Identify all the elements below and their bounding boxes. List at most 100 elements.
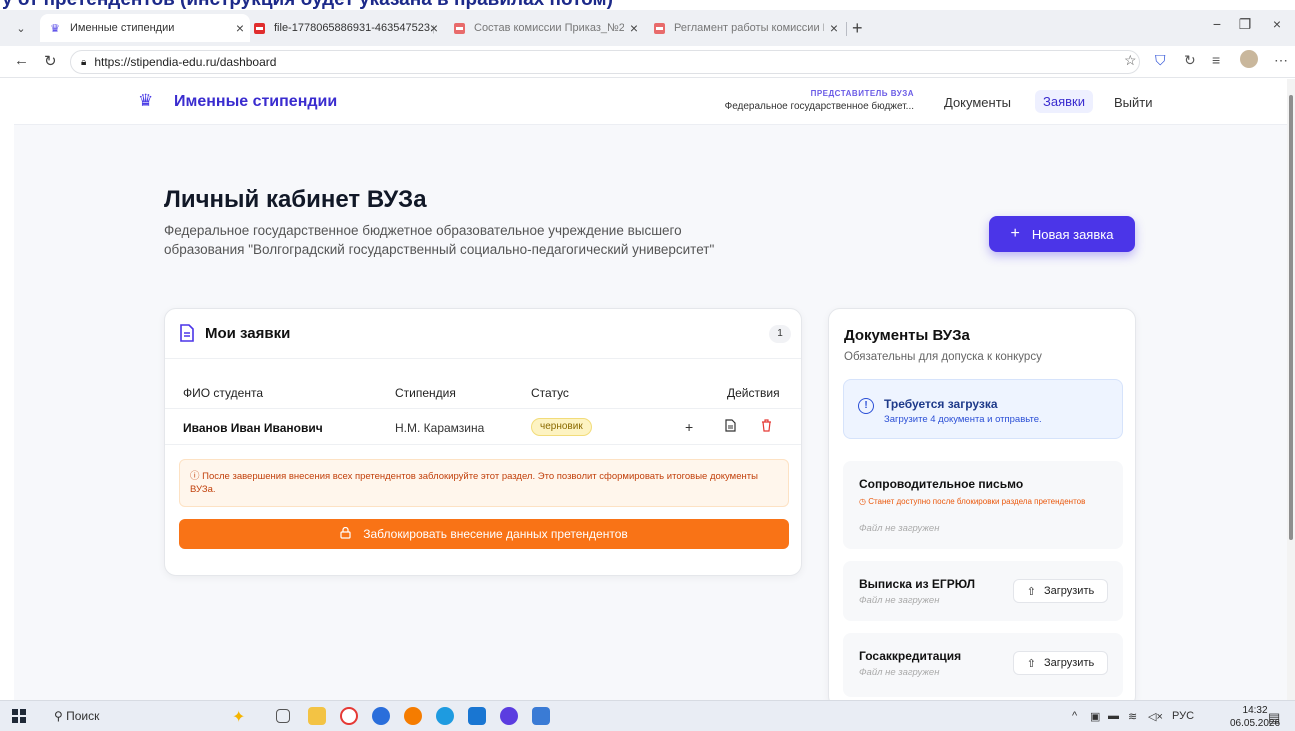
row-divider xyxy=(165,408,801,409)
reload-icon[interactable]: ↻ xyxy=(44,52,57,70)
tab-commission-rules[interactable]: Регламент работы комиссии Ми × xyxy=(644,14,844,42)
favorites-list-icon[interactable]: ≡ xyxy=(1212,52,1220,68)
task-view-icon[interactable] xyxy=(276,709,290,723)
applications-header: Мои заявки 1 xyxy=(165,309,801,359)
battery-icon[interactable]: ▬ xyxy=(1108,710,1119,722)
app-icon[interactable] xyxy=(404,707,422,725)
app-blue-icon[interactable] xyxy=(468,707,486,725)
column-header-name: ФИО студента xyxy=(183,386,263,400)
file-explorer-icon[interactable] xyxy=(308,707,326,725)
close-window-icon[interactable]: × xyxy=(1262,16,1292,32)
nav-documents[interactable]: Документы xyxy=(944,95,1011,110)
lock-icon xyxy=(340,526,351,542)
doc-egrul-extract: Выписка из ЕГРЮЛ Файл не загружен ⇧ Загр… xyxy=(843,561,1123,621)
trash-icon[interactable] xyxy=(761,419,772,435)
nav-logout[interactable]: Выйти xyxy=(1114,95,1153,110)
upload-icon: ⇧ xyxy=(1026,657,1036,670)
tab-pdf-file[interactable]: file-1778065886931-463547523.p × xyxy=(244,14,444,42)
upload-required-alert: ! Требуется загрузка Загрузите 4 докумен… xyxy=(843,379,1123,439)
tray-chevron-icon[interactable]: ^ xyxy=(1072,710,1077,722)
windows-taskbar: ⚲ Поиск ✦ ^ ▣ ▬ ≋ ◁× РУС 14:32 06.05.202… xyxy=(0,700,1295,731)
plus-icon: + xyxy=(1010,225,1020,242)
alert-exclamation-icon: ! xyxy=(858,398,874,414)
network-icon[interactable]: ≋ xyxy=(1128,710,1137,723)
tab-list-chevron-icon[interactable]: ⌄ xyxy=(10,18,32,38)
more-menu-icon[interactable]: ⋯ xyxy=(1274,52,1288,69)
notifications-icon[interactable]: ▤ xyxy=(1268,710,1280,726)
tab-active[interactable]: ♛ Именные стипендии × xyxy=(40,14,250,42)
upload-accreditation-button[interactable]: ⇧ Загрузить xyxy=(1013,651,1108,675)
column-header-status: Статус xyxy=(531,386,569,400)
info-circle-icon: ⓘ xyxy=(190,471,203,482)
close-tab-icon[interactable]: × xyxy=(236,20,244,36)
url-input[interactable]: 🔒︎ https://stipendia-edu.ru/dashboard xyxy=(70,50,1140,74)
column-header-scholarship: Стипендия xyxy=(395,386,456,400)
search-icon: ⚲ xyxy=(54,709,67,723)
extension-shield-icon[interactable]: ⛉ xyxy=(1155,52,1166,69)
emblem-favicon-icon: ♛ xyxy=(50,22,60,35)
page-title: Личный кабинет ВУЗа xyxy=(164,186,427,213)
documents-card: Документы ВУЗа Обязательны для допуска к… xyxy=(828,308,1136,700)
doc-accreditation: Госаккредитация Файл не загружен ⇧ Загру… xyxy=(843,633,1123,697)
pdf-favicon-icon xyxy=(252,21,266,35)
copilot-sparkle-icon[interactable]: ✦ xyxy=(232,707,250,726)
pdf-favicon-icon xyxy=(652,21,666,35)
app-purple-icon[interactable] xyxy=(500,707,518,725)
documents-subtitle: Обязательны для допуска к конкурсу xyxy=(844,351,1042,363)
close-tab-icon[interactable]: × xyxy=(630,20,638,36)
new-application-button[interactable]: + Новая заявка xyxy=(989,216,1135,252)
lock-icon: 🔒︎ xyxy=(81,56,87,68)
logo-text[interactable]: Именные стипендии xyxy=(174,93,337,111)
close-tab-icon[interactable]: × xyxy=(430,20,438,36)
pdf-favicon-icon xyxy=(452,21,466,35)
file-document-icon[interactable] xyxy=(725,419,736,435)
nav-applications[interactable]: Заявки xyxy=(1035,90,1093,113)
profile-avatar[interactable] xyxy=(1240,50,1258,68)
clock-icon: ◷ xyxy=(859,497,869,506)
upload-egrul-button[interactable]: ⇧ Загрузить xyxy=(1013,579,1108,603)
add-icon[interactable]: + xyxy=(685,419,693,435)
close-tab-icon[interactable]: × xyxy=(830,20,838,36)
web-page: ♛ Именные стипендии ПРЕДСТАВИТЕЛЬ ВУЗА Ф… xyxy=(14,79,1287,700)
row-divider xyxy=(165,444,801,445)
browser-address-bar: ← ↻ 🔒︎ https://stipendia-edu.ru/dashboar… xyxy=(0,46,1295,78)
page-subtitle: Федеральное государственное бюджетное об… xyxy=(164,223,715,257)
doc-cover-letter: Сопроводительное письмо ◷ Станет доступн… xyxy=(843,461,1123,549)
app-window-icon[interactable] xyxy=(532,707,550,725)
upload-icon: ⇧ xyxy=(1026,585,1036,598)
tray-app-icon[interactable]: ▣ xyxy=(1090,710,1100,723)
edge-icon[interactable] xyxy=(436,707,454,725)
taskbar-search[interactable]: ⚲ Поиск xyxy=(54,709,99,723)
scholarship-cell: Н.М. Карамзина xyxy=(395,421,485,435)
telegram-icon[interactable] xyxy=(372,707,390,725)
cropped-top-text: у от претендентов (инструкция будет указ… xyxy=(0,0,1295,10)
browser-tab-bar: ⌄ ♛ Именные стипендии × file-17780658869… xyxy=(0,10,1295,46)
emblem-logo-icon[interactable]: ♛ xyxy=(138,91,153,111)
site-header: ♛ Именные стипендии ПРЕДСТАВИТЕЛЬ ВУЗА Ф… xyxy=(14,79,1287,125)
tab-commission-order[interactable]: Состав комиссии Приказ_№296_ × xyxy=(444,14,644,42)
volume-icon[interactable]: ◁× xyxy=(1148,710,1163,723)
minimize-icon[interactable]: − xyxy=(1202,16,1232,32)
tab-separator xyxy=(846,22,847,36)
favorite-star-icon[interactable]: ☆ xyxy=(1124,52,1137,69)
user-org-label: Федеральное государственное бюджет... xyxy=(724,101,914,112)
lock-warning: ⓘ После завершения внесения всех претенд… xyxy=(179,459,789,507)
windows-start-icon[interactable] xyxy=(12,709,26,723)
status-badge: черновик xyxy=(531,418,592,436)
yandex-browser-icon[interactable] xyxy=(340,707,358,725)
applications-card: Мои заявки 1 ФИО студента Стипендия Стат… xyxy=(164,308,802,576)
user-role-label: ПРЕДСТАВИТЕЛЬ ВУЗА xyxy=(810,89,914,98)
language-indicator[interactable]: РУС xyxy=(1172,710,1194,722)
back-arrow-icon[interactable]: ← xyxy=(14,52,29,69)
column-header-actions: Действия xyxy=(727,386,780,400)
applications-title: Мои заявки xyxy=(205,325,291,342)
documents-title: Документы ВУЗа xyxy=(844,327,970,344)
refresh-extension-icon[interactable]: ↻ xyxy=(1184,52,1196,69)
maximize-icon[interactable]: ❐ xyxy=(1230,16,1260,33)
student-name-cell: Иванов Иван Иванович xyxy=(183,421,323,435)
document-icon xyxy=(179,324,195,347)
applications-count-badge: 1 xyxy=(769,325,791,343)
lock-candidates-button[interactable]: Заблокировать внесение данных претендент… xyxy=(179,519,789,549)
scrollbar-thumb[interactable] xyxy=(1289,95,1293,540)
new-tab-plus-icon[interactable]: + xyxy=(852,18,863,39)
